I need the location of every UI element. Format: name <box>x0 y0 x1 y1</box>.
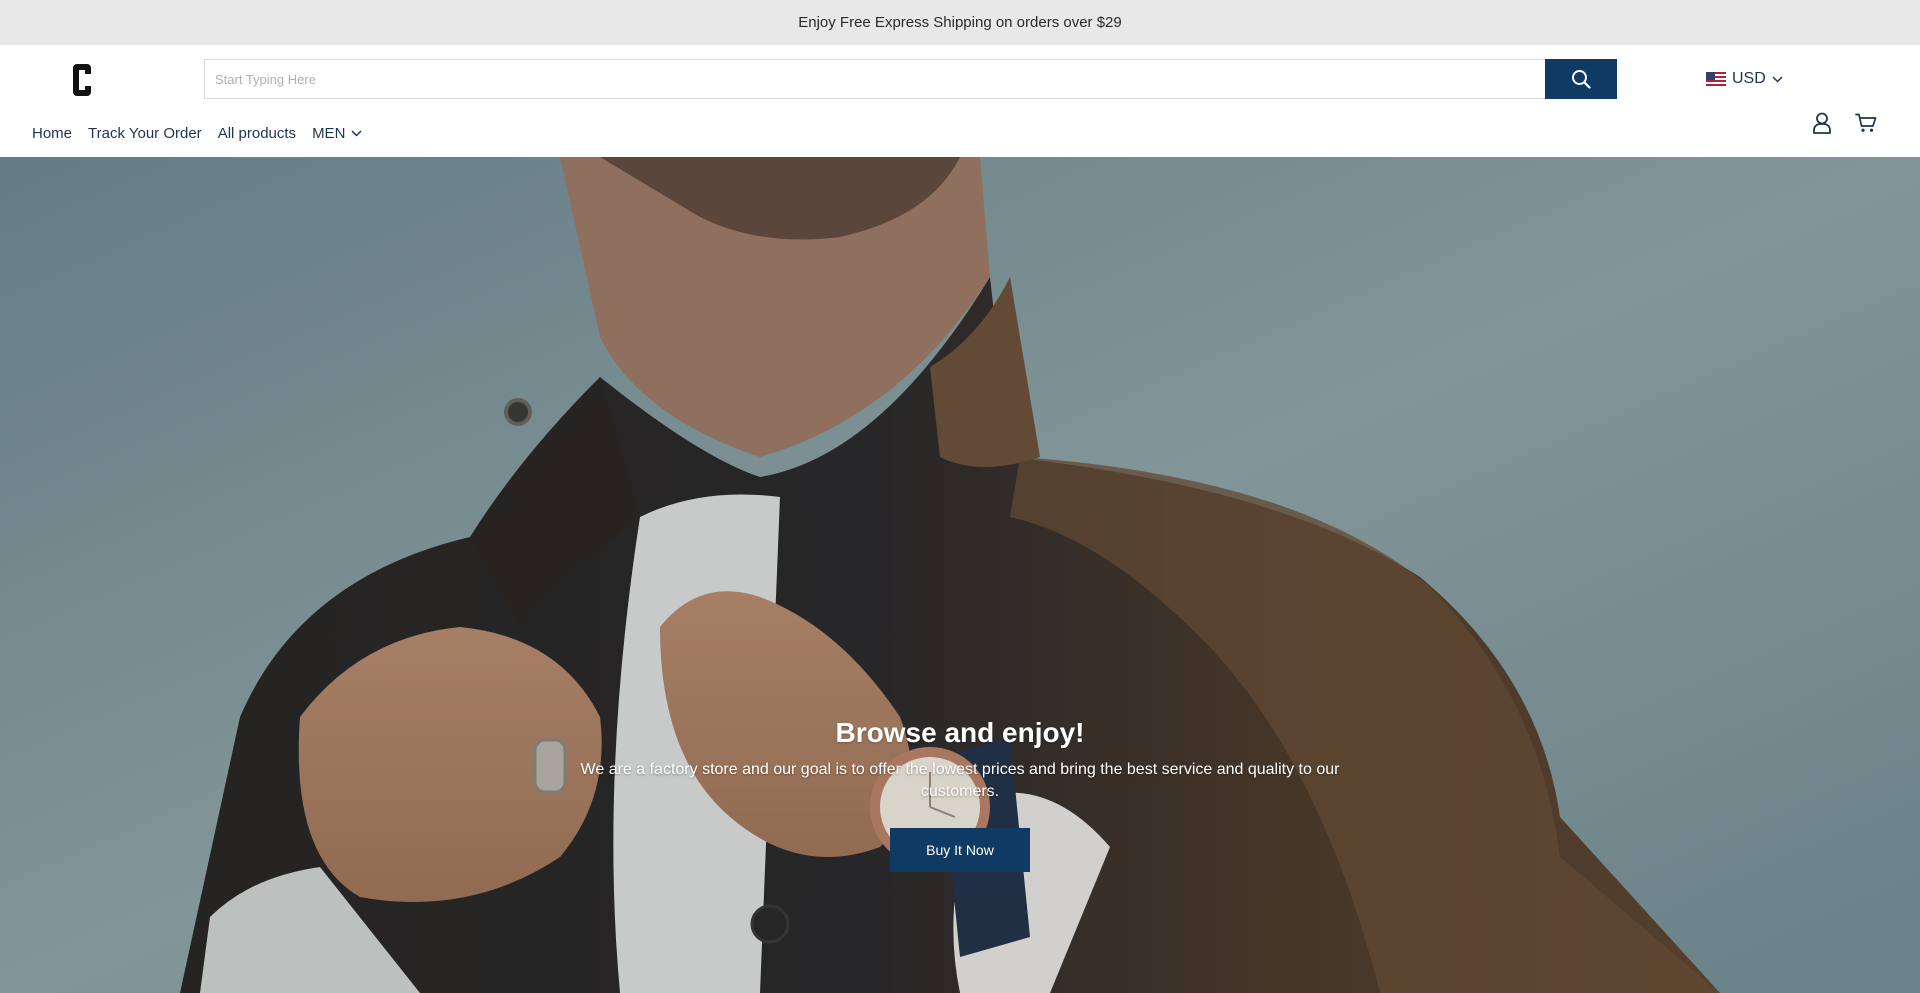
nav-item-men[interactable]: MEN <box>312 125 362 142</box>
search-icon <box>1572 70 1591 89</box>
hero-description: We are a factory store and our goal is t… <box>580 761 1340 800</box>
currency-code: USD <box>1732 70 1766 87</box>
site-header: USD Home Track Your Order All products M… <box>0 45 1920 157</box>
nav-item-all-products[interactable]: All products <box>218 125 296 142</box>
us-flag-icon <box>1706 72 1726 86</box>
search-button[interactable] <box>1545 59 1617 99</box>
user-icon <box>1813 112 1831 134</box>
hero-content: Browse and enjoy! We are a factory store… <box>560 717 1360 872</box>
currency-selector[interactable]: USD <box>1706 67 1783 91</box>
hero-banner: Browse and enjoy! We are a factory store… <box>0 157 1920 993</box>
chevron-down-icon <box>351 130 362 137</box>
cart-button[interactable] <box>1853 110 1879 136</box>
announcement-text: Enjoy Free Express Shipping on orders ov… <box>798 14 1122 31</box>
main-nav: Home Track Your Order All products MEN <box>32 125 362 142</box>
buy-it-now-button[interactable]: Buy It Now <box>890 828 1030 872</box>
hero-title: Browse and enjoy! <box>835 717 1085 748</box>
nav-item-home[interactable]: Home <box>32 125 72 142</box>
store-logo[interactable] <box>71 62 93 98</box>
search-bar <box>204 59 1617 99</box>
chevron-down-icon <box>1772 75 1783 83</box>
logo-icon <box>73 64 91 96</box>
nav-item-track-order[interactable]: Track Your Order <box>88 125 202 142</box>
search-input[interactable] <box>204 59 1545 99</box>
announcement-bar: Enjoy Free Express Shipping on orders ov… <box>0 0 1920 45</box>
account-button[interactable] <box>1809 110 1835 136</box>
cart-icon <box>1855 113 1877 132</box>
